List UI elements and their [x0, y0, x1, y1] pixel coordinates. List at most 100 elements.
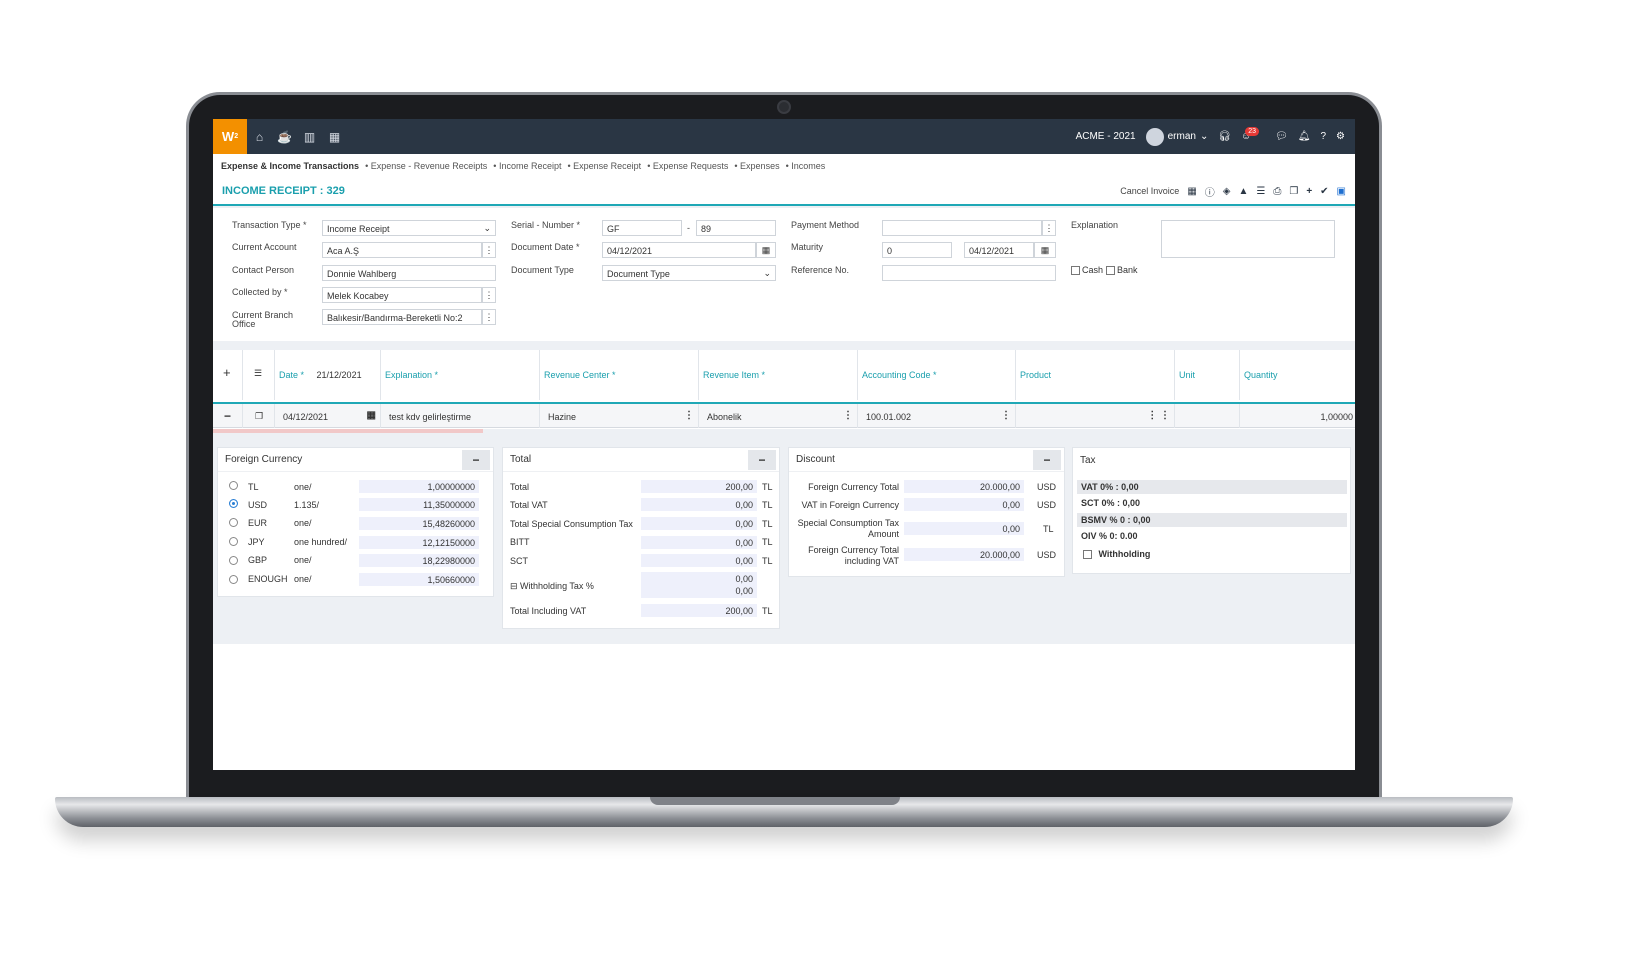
- smiley-icon[interactable]: ☺23: [1241, 127, 1265, 142]
- breadcrumb-item[interactable]: • Expense Requests: [647, 161, 728, 171]
- payment-method-input[interactable]: [882, 220, 1042, 236]
- panel-title: Total: [510, 454, 532, 465]
- current-account-input[interactable]: Aca A.Ş: [322, 242, 482, 258]
- currency-row[interactable]: [229, 518, 238, 529]
- currency-rate[interactable]: 12,12150000: [359, 536, 479, 549]
- more-icon[interactable]: ⋮ ⋮: [1147, 410, 1170, 421]
- cancel-invoice-button[interactable]: Cancel Invoice: [1120, 186, 1179, 196]
- collapse-button[interactable]: −: [748, 450, 776, 470]
- remove-row-button[interactable]: −: [213, 404, 243, 428]
- more-icon[interactable]: ⋮: [482, 287, 496, 303]
- maturity-days-input[interactable]: 0: [882, 242, 952, 258]
- chat-icon[interactable]: 💬︎: [1275, 131, 1288, 142]
- currency-rate[interactable]: 1,00000000: [359, 480, 479, 493]
- calendar-icon[interactable]: ▦: [1034, 242, 1056, 258]
- row-revenue-center[interactable]: Hazine ⋮: [540, 404, 699, 428]
- breadcrumb-item[interactable]: • Expense - Revenue Receipts: [365, 161, 487, 171]
- list-icon[interactable]: ☰: [1256, 186, 1265, 197]
- help-icon[interactable]: ?: [1320, 131, 1326, 142]
- withholding-toggle[interactable]: ⊟ Withholding Tax %: [510, 581, 594, 592]
- contact-person-input[interactable]: Donnie Wahlberg: [322, 265, 496, 281]
- bell-icon[interactable]: ▲: [1238, 186, 1248, 197]
- row-accounting-code[interactable]: 100.01.002 ⋮: [858, 404, 1016, 428]
- currency-row[interactable]: [229, 499, 238, 510]
- add-icon[interactable]: +: [1306, 186, 1312, 197]
- breadcrumb-item[interactable]: • Income Receipt: [493, 161, 561, 171]
- more-icon[interactable]: ⋮: [1042, 220, 1056, 236]
- breadcrumb-root[interactable]: Expense & Income Transactions: [221, 161, 359, 171]
- panel-title: Foreign Currency: [225, 454, 303, 465]
- cup-icon[interactable]: ☕: [272, 130, 297, 144]
- more-icon[interactable]: ⋮: [684, 410, 694, 421]
- bar-chart-icon[interactable]: ▥: [297, 130, 322, 144]
- document-date-input[interactable]: 04/12/2021: [602, 242, 756, 258]
- table-icon[interactable]: ▦: [1187, 186, 1196, 197]
- user-menu[interactable]: erman ⌄: [1145, 127, 1208, 146]
- print-icon[interactable]: ⎙: [1273, 186, 1281, 197]
- row-date[interactable]: 04/12/2021 ▦: [275, 404, 381, 428]
- row-revenue-item[interactable]: Abonelik ⋮: [699, 404, 858, 428]
- explanation-label: Explanation: [1071, 220, 1119, 230]
- currency-rate[interactable]: 1,50660000: [359, 573, 479, 586]
- calendar-icon[interactable]: ▦: [322, 130, 347, 144]
- more-icon[interactable]: ⋮: [1001, 410, 1011, 421]
- document-type-select[interactable]: Document Type ⌄: [602, 265, 776, 281]
- reference-no-input[interactable]: [882, 265, 1056, 281]
- column-header-revenue-center[interactable]: Revenue Center *: [540, 350, 699, 400]
- currency-rate[interactable]: 15,48260000: [359, 517, 479, 530]
- explanation-textarea[interactable]: [1161, 220, 1335, 258]
- row-explanation[interactable]: test kdv gelirleştirme: [381, 404, 540, 428]
- currency-rate[interactable]: 18,22980000: [359, 554, 479, 567]
- transaction-type-select[interactable]: Income Receipt ⌄: [322, 220, 496, 236]
- column-header-revenue-item[interactable]: Revenue Item *: [699, 350, 858, 400]
- app-logo[interactable]: W2: [213, 119, 247, 154]
- row-quantity[interactable]: 1,00000: [1240, 404, 1355, 428]
- currency-row[interactable]: [229, 537, 238, 548]
- serial-input[interactable]: GF: [602, 220, 682, 236]
- company-selector[interactable]: ACME - 2021: [1076, 131, 1136, 142]
- more-icon[interactable]: ⋮: [482, 242, 496, 258]
- save-icon[interactable]: ▣: [1337, 186, 1346, 197]
- collected-by-input[interactable]: Melek Kocabey: [322, 287, 482, 303]
- check-icon[interactable]: ✔: [1320, 186, 1328, 197]
- column-header-accounting-code[interactable]: Accounting Code *: [858, 350, 1016, 400]
- copy-row-icon[interactable]: ❐: [243, 404, 275, 428]
- withholding-checkbox[interactable]: Withholding: [1083, 549, 1150, 559]
- breadcrumb-item[interactable]: • Expenses: [734, 161, 779, 171]
- more-icon[interactable]: ⋮: [482, 309, 496, 325]
- row-unit[interactable]: [1175, 404, 1240, 428]
- total-incl-vat-label: Total Including VAT: [510, 606, 587, 616]
- add-row-button[interactable]: +: [213, 350, 243, 400]
- currency-code: TL: [248, 482, 259, 492]
- copy-icon[interactable]: ❐: [1289, 186, 1298, 197]
- column-header-product[interactable]: Product: [1016, 350, 1175, 400]
- collapse-button[interactable]: −: [1033, 450, 1061, 470]
- maturity-date-input[interactable]: 04/12/2021: [964, 242, 1034, 258]
- currency-rate[interactable]: 11,35000000: [359, 498, 479, 511]
- branch-office-input[interactable]: Balıkesir/Bandırma-Bereketli No:2: [322, 309, 482, 325]
- number-input[interactable]: 89: [696, 220, 776, 236]
- breadcrumb-item[interactable]: • Incomes: [786, 161, 826, 171]
- gear-icon[interactable]: ⚙: [1336, 131, 1345, 142]
- calendar-icon[interactable]: ▦: [367, 410, 376, 421]
- column-header-date[interactable]: Date * 21/12/2021: [275, 350, 381, 400]
- bell-icon[interactable]: 🔔︎: [1298, 131, 1311, 142]
- breadcrumb-item[interactable]: • Expense Receipt: [567, 161, 641, 171]
- column-header-explanation[interactable]: Explanation *: [381, 350, 540, 400]
- more-icon[interactable]: ⋮: [843, 410, 853, 421]
- currency-row[interactable]: [229, 575, 238, 586]
- row-product[interactable]: ⋮ ⋮: [1016, 404, 1175, 428]
- info-icon[interactable]: ⓘ: [1205, 184, 1215, 199]
- column-header-quantity[interactable]: Quantity: [1240, 350, 1355, 400]
- columns-icon[interactable]: ☰: [243, 350, 275, 400]
- bank-checkbox[interactable]: Bank: [1106, 265, 1138, 275]
- box-icon[interactable]: ◈: [1223, 186, 1231, 197]
- cash-checkbox[interactable]: Cash: [1071, 265, 1103, 275]
- calendar-icon[interactable]: ▦: [756, 242, 776, 258]
- column-header-unit[interactable]: Unit: [1175, 350, 1240, 400]
- collapse-button[interactable]: −: [462, 450, 490, 470]
- currency-row[interactable]: [229, 556, 238, 567]
- currency-row[interactable]: [229, 481, 238, 492]
- home-icon[interactable]: ⌂: [247, 130, 272, 144]
- headset-icon[interactable]: 🎧︎: [1218, 131, 1231, 142]
